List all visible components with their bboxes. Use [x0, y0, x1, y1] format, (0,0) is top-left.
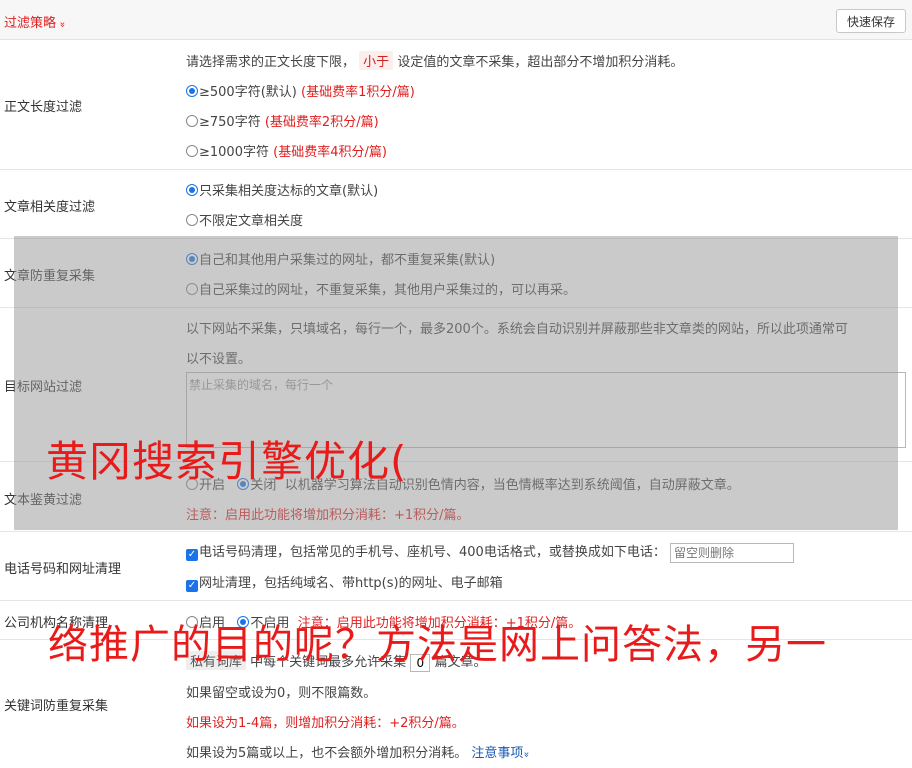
company-note: 注意：启用此功能将增加积分消耗：+1积分/篇。 [297, 616, 582, 631]
chevron-down-icon: » [56, 21, 68, 28]
option-label: ≥1000字符 [199, 145, 269, 160]
radio-button[interactable] [186, 253, 198, 265]
checkbox-checked[interactable]: ✓ [186, 549, 198, 561]
row-label: 文章防重复采集 [4, 269, 96, 284]
option-label: 电话号码清理，包括常见的手机号、座机号、400电话格式，或替换成如下电话： [199, 545, 666, 560]
company-option-off[interactable]: 不启用 [237, 616, 289, 631]
porn-options: 开启 关闭 以机器学习算法自动识别色情内容，当色情概率达到系统阈值，自动屏蔽文章… [186, 474, 740, 493]
relevance-filter-row: 文章相关度过滤 只采集相关度达标的文章(默认) 不限定文章相关度 [0, 170, 912, 239]
contact-filter-row: 电话号码和网址清理 ✓ 电话号码清理，包括常见的手机号、座机号、400电话格式，或… [0, 532, 912, 601]
row-label: 正文长度过滤 [4, 100, 83, 115]
option-label: 关闭 [250, 478, 277, 493]
notice-label: 注意事项 [471, 746, 524, 761]
filter-strategy-toggle[interactable]: 过滤策略» [4, 12, 68, 31]
checkbox-checked[interactable]: ✓ [186, 580, 198, 592]
option-label: 不启用 [250, 616, 290, 631]
chevron-down-icon: » [521, 751, 532, 758]
radio-button[interactable] [237, 478, 250, 490]
fee-note: (基础费率4积分/篇) [273, 145, 387, 160]
row-label: 关键词防重复采集 [4, 699, 109, 714]
option-label: ≥750字符 [199, 115, 261, 130]
row-label: 文本鉴黄过滤 [4, 493, 83, 508]
notice-link[interactable]: 注意事项» [471, 746, 532, 761]
less-than-tag: 小于 [359, 51, 394, 70]
quick-save-button[interactable]: 快速保存 [836, 9, 906, 33]
option-label: 自己和其他用户采集过的网址，都不重复采集(默认) [199, 253, 496, 268]
radio-button[interactable] [186, 478, 198, 490]
blocked-domains-textarea[interactable] [186, 372, 906, 448]
fee-note: (基础费率1积分/篇) [301, 85, 415, 100]
url-clean-option[interactable]: ✓ 网址清理，包括纯域名、带http(s)的网址、电子邮箱 [186, 572, 503, 592]
site-desc-line1: 以下网站不采集，只填域名，每行一个，最多200个。系统会自动识别并屏蔽那些非文章… [186, 322, 848, 337]
option-label: 开启 [199, 478, 226, 493]
radio-button[interactable] [186, 184, 198, 196]
length-option-500[interactable]: ≥500字符(默认) (基础费率1积分/篇) [186, 81, 415, 100]
length-option-1000[interactable]: ≥1000字符 (基础费率4积分/篇) [186, 141, 387, 160]
length-filter-row: 正文长度过滤 请选择需求的正文长度下限， 小于 设定值的文章不采集，超出部分不增… [0, 40, 912, 170]
dedup-filter-row: 文章防重复采集 自己和其他用户采集过的网址，都不重复采集(默认) 自己采集过的网… [0, 239, 912, 308]
desc-text: 请选择需求的正文长度下限， [186, 55, 356, 70]
site-desc-line2: 以不设置。 [186, 352, 252, 367]
length-option-750[interactable]: ≥750字符 (基础费率2积分/篇) [186, 111, 379, 130]
radio-button[interactable] [186, 616, 198, 628]
radio-button[interactable] [186, 145, 198, 157]
filter-header: 过滤策略» 快速保存 [0, 0, 912, 40]
length-desc: 请选择需求的正文长度下限， 小于 设定值的文章不采集，超出部分不增加积分消耗。 [186, 51, 683, 70]
replacement-phone-input[interactable] [669, 542, 794, 563]
desc-text: 如果设为5篇或以上，也不会额外增加积分消耗。 [186, 746, 468, 761]
porn-note: 注意：启用此功能将增加积分消耗：+1积分/篇。 [186, 508, 470, 523]
option-label: 自己采集过的网址，不重复采集，其他用户采集过的，可以再采。 [199, 283, 577, 298]
porn-option-on[interactable]: 开启 [186, 478, 225, 493]
company-option-on[interactable]: 启用 [186, 616, 225, 631]
keyword-line4: 如果设为5篇或以上，也不会额外增加积分消耗。 注意事项» [186, 742, 532, 761]
radio-button[interactable] [186, 85, 198, 97]
desc-text: 设定值的文章不采集，超出部分不增加积分消耗。 [397, 55, 684, 70]
porn-option-off[interactable]: 关闭 [237, 478, 276, 493]
relevance-option-any[interactable]: 不限定文章相关度 [186, 210, 303, 229]
radio-button[interactable] [186, 115, 198, 127]
row-label: 公司机构名称清理 [4, 616, 109, 631]
desc-text: 中每个关键词最多允许采集 [250, 655, 407, 670]
radio-button[interactable] [186, 283, 198, 295]
row-label: 文章相关度过滤 [4, 200, 96, 215]
keyword-line2: 如果留空或设为0，则不限篇数。 [186, 686, 377, 701]
option-label: 启用 [199, 616, 226, 631]
company-options: 启用 不启用 注意：启用此功能将增加积分消耗：+1积分/篇。 [186, 612, 581, 631]
fee-note: (基础费率2积分/篇) [264, 115, 379, 130]
dedup-option-self[interactable]: 自己采集过的网址，不重复采集，其他用户采集过的，可以再采。 [186, 279, 576, 298]
option-label: ≥500字符(默认) [199, 85, 297, 100]
row-label: 目标网站过滤 [4, 380, 83, 395]
option-label: 不限定文章相关度 [199, 214, 304, 229]
desc-text: 篇文章。 [434, 655, 487, 670]
option-label: 网址清理，包括纯域名、带http(s)的网址、电子邮箱 [199, 576, 503, 591]
radio-button[interactable] [186, 214, 198, 226]
porn-filter-row: 文本鉴黄过滤 开启 关闭 以机器学习算法自动识别色情内容，当色情概率达到系统阈值… [0, 462, 912, 532]
max-articles-input[interactable] [410, 653, 431, 672]
company-filter-row: 公司机构名称清理 启用 不启用 注意：启用此功能将增加积分消耗：+1积分/篇。 [0, 601, 912, 640]
row-label: 电话号码和网址清理 [4, 562, 122, 577]
keyword-line3: 如果设为1-4篇，则增加积分消耗：+2积分/篇。 [186, 716, 465, 731]
private-lexicon-link[interactable]: 私有词库 [186, 651, 247, 670]
phone-clean-option[interactable]: ✓ 电话号码清理，包括常见的手机号、座机号、400电话格式，或替换成如下电话： [186, 541, 794, 563]
header-title: 过滤策略 [4, 16, 57, 31]
relevance-option-required[interactable]: 只采集相关度达标的文章(默认) [186, 180, 378, 199]
option-label: 只采集相关度达标的文章(默认) [199, 184, 379, 199]
keyword-limit-line: 私有词库 中每个关键词最多允许采集 篇文章。 [186, 651, 486, 672]
radio-button[interactable] [237, 616, 250, 628]
dedup-option-all[interactable]: 自己和其他用户采集过的网址，都不重复采集(默认) [186, 249, 495, 268]
porn-desc: 以机器学习算法自动识别色情内容，当色情概率达到系统阈值，自动屏蔽文章。 [284, 478, 740, 493]
keyword-dedup-row: 关键词防重复采集 私有词库 中每个关键词最多允许采集 篇文章。 如果留空或设为0… [0, 640, 912, 768]
